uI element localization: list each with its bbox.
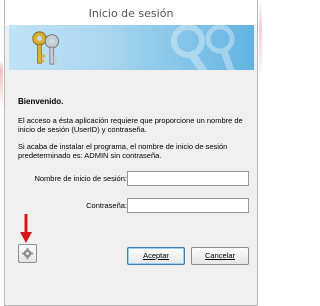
cancel-button[interactable]: Cancelar (191, 247, 249, 265)
gear-icon (22, 248, 33, 259)
settings-button[interactable] (18, 244, 37, 263)
username-row: Nombre de inicio de sesión: (5, 171, 257, 187)
title-bar: Inicio de sesión (5, 0, 257, 25)
keys-watermark-icon (171, 25, 237, 70)
screen-edge-right (259, 0, 262, 306)
username-label: Nombre de inicio de sesión: (34, 174, 127, 183)
password-row: Contraseña: (5, 198, 257, 214)
window-title: Inicio de sesión (88, 7, 174, 20)
access-info-text: El acceso a ésta aplicación requiere que… (18, 116, 243, 134)
red-arrow-indicator (20, 214, 32, 243)
password-input[interactable] (127, 198, 249, 213)
header-banner (9, 25, 254, 70)
screen-edge-left (0, 0, 3, 306)
welcome-heading: Bienvenido. (18, 97, 64, 106)
accept-button[interactable]: Aceptar (127, 247, 185, 265)
username-input[interactable] (127, 171, 249, 186)
keys-icon (32, 31, 59, 65)
password-label: Contraseña: (86, 201, 127, 210)
login-dialog: Inicio de sesión Bienvenido. El acceso a… (4, 0, 258, 306)
message-area: Bienvenido. El acceso a ésta aplicación … (18, 97, 250, 168)
default-login-text: Si acaba de instalar el programa, el nom… (18, 142, 228, 160)
